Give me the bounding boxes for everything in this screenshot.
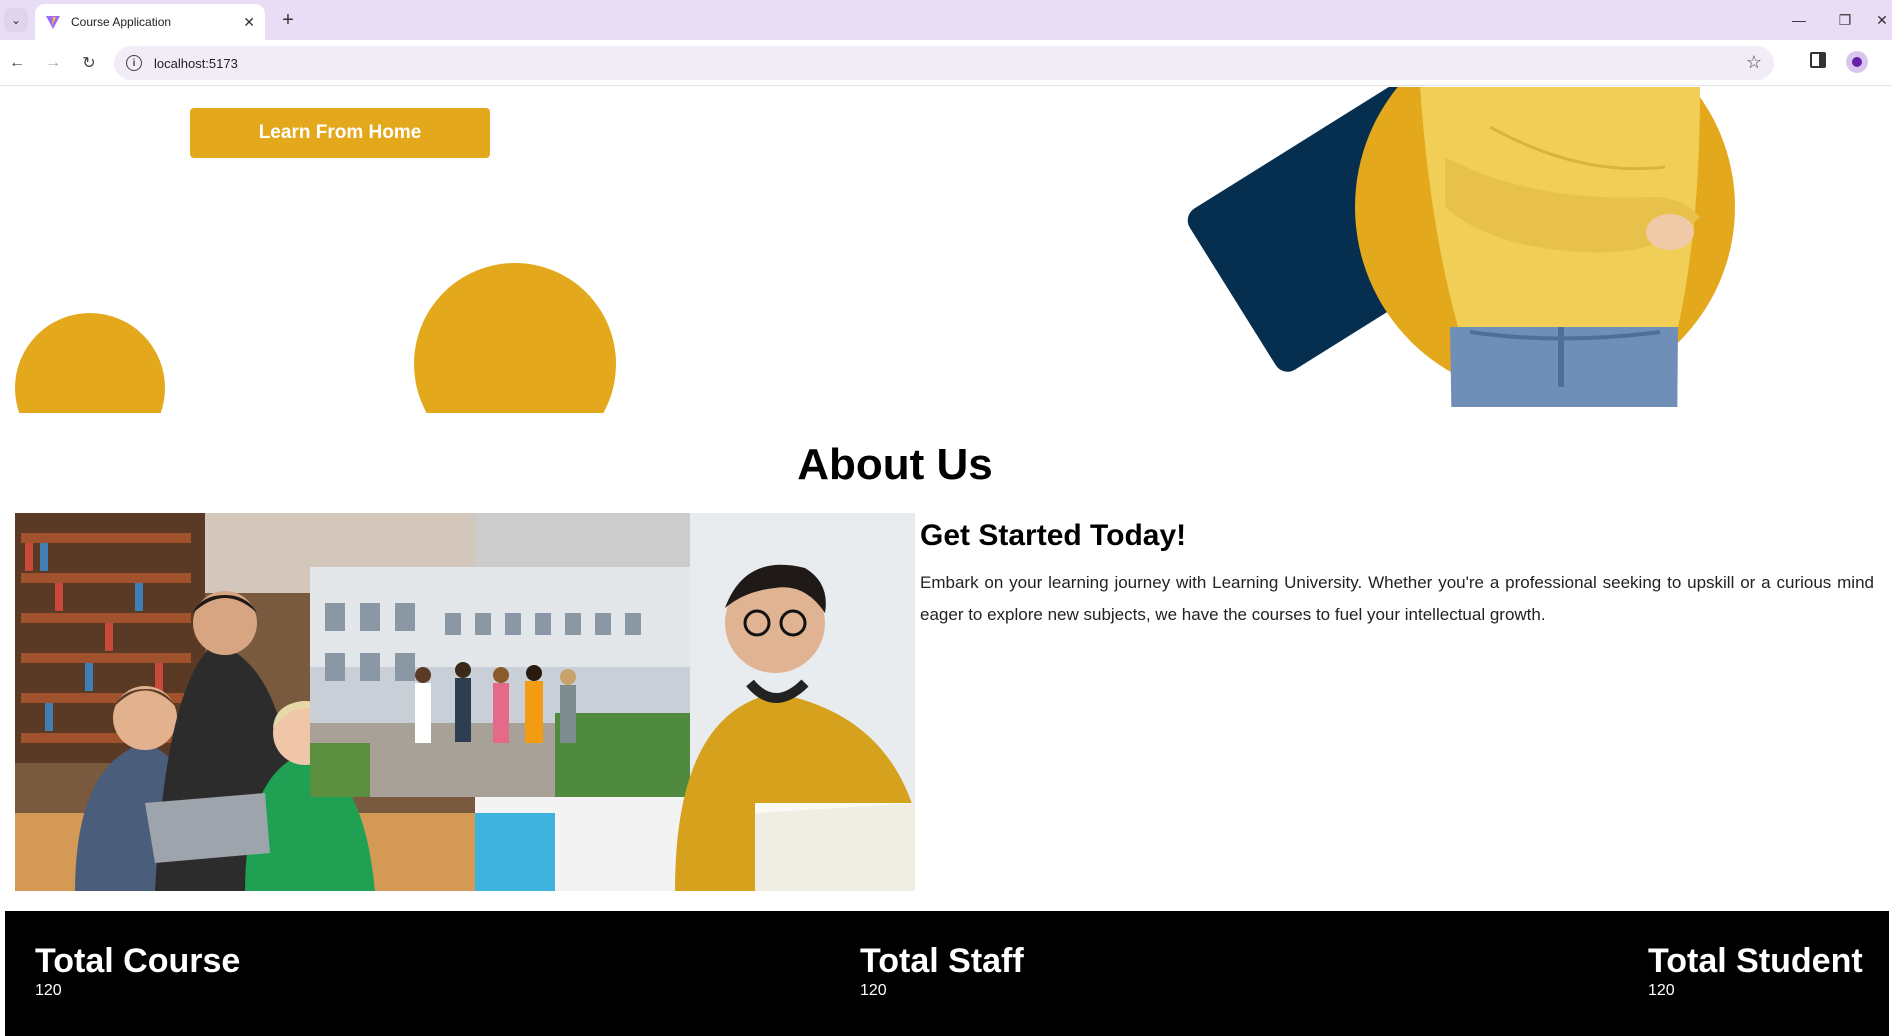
address-bar[interactable]: i localhost:5173 ☆ [114, 46, 1774, 80]
decorative-half-circle-middle [414, 263, 616, 413]
minimize-icon[interactable]: — [1784, 8, 1814, 32]
stat-total-course: Total Course 120 [35, 941, 240, 1001]
vite-favicon-icon [46, 16, 60, 29]
about-image-collage [15, 513, 915, 891]
about-description: Embark on your learning journey with Lea… [920, 573, 1874, 624]
get-started-heading: Get Started Today! [920, 519, 1187, 552]
url-text[interactable]: localhost:5173 [154, 56, 238, 71]
about-text-block: Get Started Today! Embark on your learni… [920, 519, 1874, 631]
browser-tab-strip: ⌄ Course Application ✕ + — ❐ ✕ [0, 0, 1892, 40]
stat-value: 120 [1648, 982, 1675, 999]
side-panel-icon[interactable] [1810, 52, 1826, 68]
stat-value: 120 [860, 982, 887, 999]
browser-toolbar: ← → ↻ i localhost:5173 ☆ [0, 40, 1892, 86]
back-icon[interactable]: ← [4, 50, 30, 76]
stat-value: 120 [35, 982, 62, 999]
profile-avatar-icon[interactable] [1846, 51, 1868, 73]
tab-close-icon[interactable]: ✕ [243, 14, 255, 31]
reload-icon[interactable]: ↻ [76, 50, 102, 76]
bookmark-star-icon[interactable]: ☆ [1746, 52, 1762, 73]
site-info-icon[interactable]: i [126, 55, 142, 71]
new-tab-icon[interactable]: + [276, 8, 300, 32]
stats-bar: Total Course 120 Total Staff 120 Total S… [5, 911, 1889, 1036]
stat-total-staff: Total Staff 120 [860, 941, 1024, 1001]
stat-label: Total Course [35, 942, 241, 980]
forward-icon[interactable]: → [40, 50, 66, 76]
stat-total-student: Total Student 120 [1648, 941, 1863, 1001]
stat-label: Total Student [1648, 942, 1863, 980]
tab-title: Course Application [71, 15, 172, 29]
stat-label: Total Staff [860, 942, 1024, 980]
collage-photo [15, 513, 915, 891]
decorative-half-circle-left [15, 313, 165, 413]
restore-icon[interactable]: ❐ [1830, 8, 1860, 32]
page-viewport: Learn From Home About Us Get Started Tod… [0, 87, 1892, 1036]
close-window-icon[interactable]: ✕ [1872, 8, 1892, 32]
tab-search-chevron-icon[interactable]: ⌄ [4, 8, 28, 32]
browser-tab[interactable]: Course Application ✕ [35, 4, 265, 40]
hero-section: Learn From Home [0, 87, 1892, 413]
about-us-heading: About Us [797, 440, 993, 489]
learn-from-home-button[interactable]: Learn From Home [190, 108, 490, 158]
hero-illustration [1187, 87, 1735, 407]
